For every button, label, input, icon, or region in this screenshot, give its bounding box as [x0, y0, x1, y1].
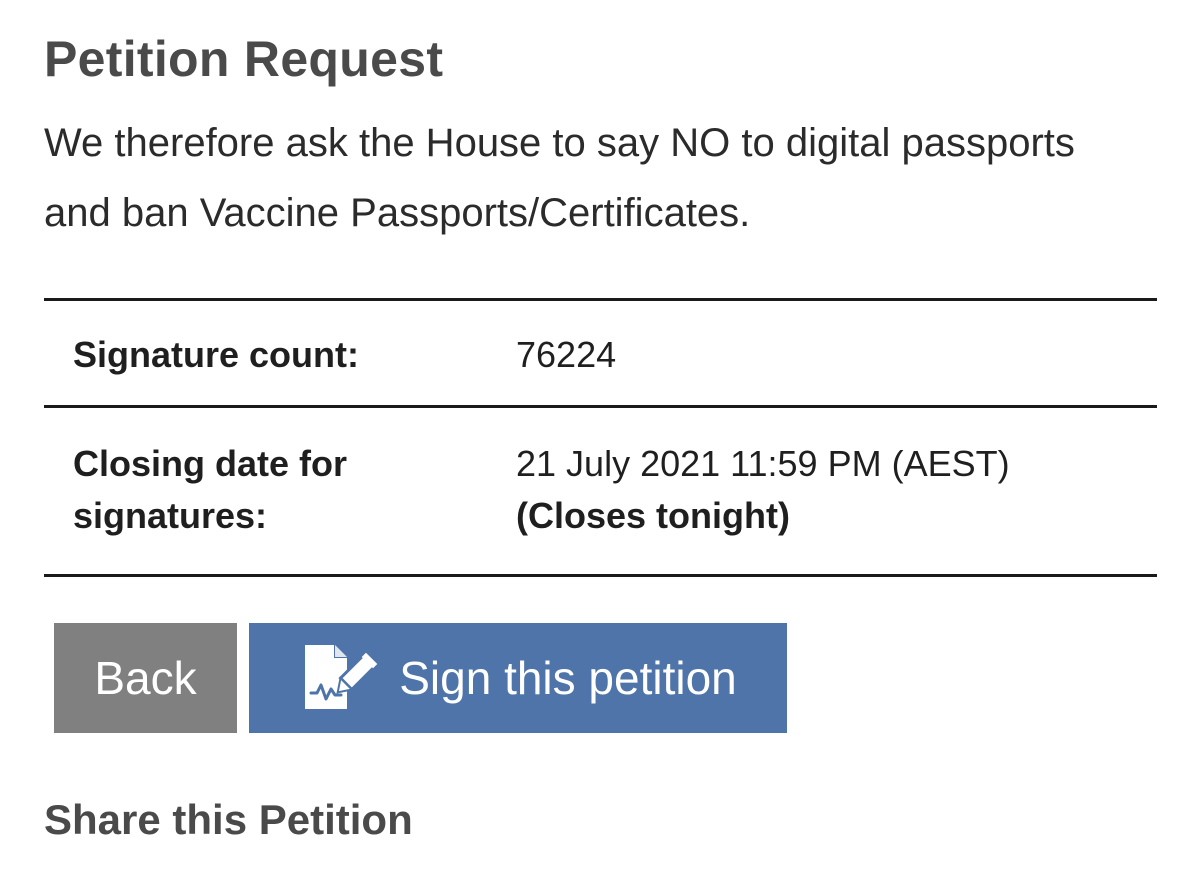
petition-details-table: Signature count: 76224 Closing date for …: [44, 298, 1157, 577]
share-heading: Share this Petition: [44, 796, 413, 843]
closing-date-label-line1: Closing date for: [73, 443, 348, 484]
action-buttons: Back Sign this petition: [54, 623, 787, 733]
sign-document-icon: [303, 643, 383, 713]
back-button-label: Back: [94, 652, 197, 704]
closing-note: (Closes tonight): [516, 495, 790, 536]
closing-date-label: Closing date for signatures:: [44, 407, 516, 576]
page-title: Petition Request: [44, 31, 444, 87]
signature-count-label: Signature count:: [73, 334, 359, 375]
closing-date-value: 21 July 2021 11:59 PM (AEST): [516, 443, 1010, 484]
back-button[interactable]: Back: [54, 623, 237, 733]
sign-petition-label: Sign this petition: [399, 652, 737, 704]
table-row: Signature count: 76224: [44, 299, 1157, 407]
petition-page: Petition Request We therefore ask the Ho…: [0, 0, 1200, 874]
closing-date-value-cell: 21 July 2021 11:59 PM (AEST) (Closes ton…: [516, 407, 1157, 576]
petition-request-text: We therefore ask the House to say NO to …: [44, 121, 1075, 235]
sign-petition-button[interactable]: Sign this petition: [249, 623, 787, 733]
closing-date-label-line2: signatures:: [73, 495, 268, 536]
table-row: Closing date for signatures: 21 July 202…: [44, 406, 1157, 576]
signature-count-value: 76224: [516, 334, 617, 375]
